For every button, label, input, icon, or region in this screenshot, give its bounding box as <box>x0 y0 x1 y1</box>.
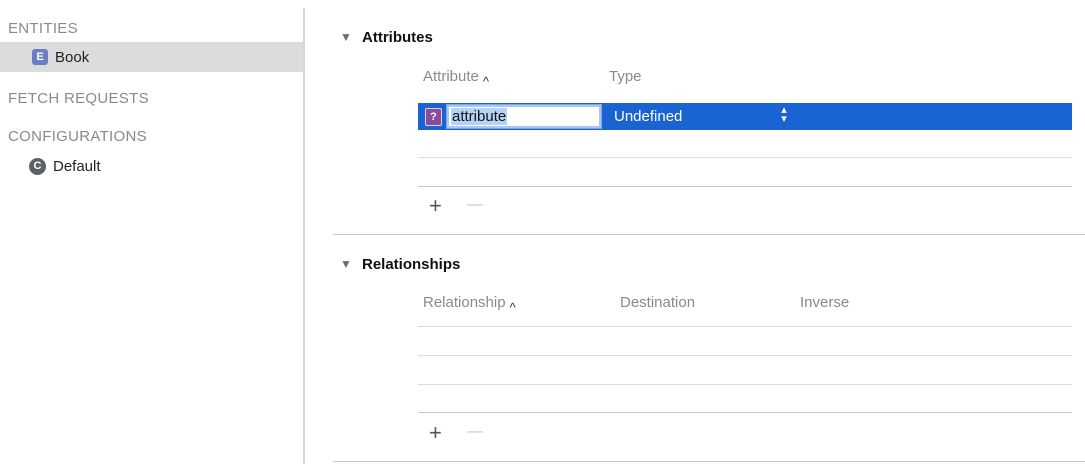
fetch-requests-section-header[interactable]: FETCH REQUESTS <box>8 90 149 107</box>
section-divider <box>333 234 1085 235</box>
undefined-type-icon: ? <box>425 108 442 126</box>
popup-stepper-icon[interactable]: ▴ ▾ <box>779 105 789 125</box>
attribute-type-value[interactable]: Undefined <box>614 108 682 125</box>
table-row-divider <box>418 384 1072 385</box>
remove-attribute-button[interactable]: — <box>467 194 483 216</box>
sort-ascending-icon: ^ <box>482 74 489 89</box>
configuration-icon: C <box>29 157 46 175</box>
destination-column-header[interactable]: Destination <box>620 294 695 311</box>
sidebar-item-label: Default <box>53 157 101 175</box>
entity-icon: E <box>32 49 48 65</box>
entities-section-header: ENTITIES <box>8 20 78 37</box>
sidebar-item-label: Book <box>55 48 90 66</box>
attributes-section-title: Attributes <box>362 29 433 46</box>
add-attribute-button[interactable]: + <box>429 195 442 217</box>
configurations-section-header: CONFIGURATIONS <box>8 128 147 145</box>
attribute-name-text: attribute <box>451 108 508 125</box>
remove-relationship-button[interactable]: — <box>467 421 483 443</box>
attribute-name-field[interactable]: attribute <box>446 104 602 129</box>
table-bottom-divider <box>418 186 1072 187</box>
sidebar-item-default[interactable]: C Default <box>0 151 303 181</box>
table-row-divider <box>418 157 1072 158</box>
type-column-header[interactable]: Type <box>609 68 642 85</box>
sort-ascending-icon: ^ <box>509 300 516 315</box>
sidebar-item-book[interactable]: E Book <box>0 42 303 72</box>
relationship-column-label: Relationship <box>423 294 506 311</box>
table-bottom-divider <box>418 412 1072 413</box>
relationship-column-header[interactable]: Relationship ^ <box>423 294 516 315</box>
inverse-column-header[interactable]: Inverse <box>800 294 849 311</box>
table-header-divider <box>418 326 1072 327</box>
relationships-section-title: Relationships <box>362 256 461 273</box>
attribute-column-header[interactable]: Attribute ^ <box>423 68 489 89</box>
sidebar-divider[interactable] <box>303 8 305 464</box>
add-relationship-button[interactable]: + <box>429 422 442 444</box>
attributes-disclosure-icon[interactable]: ▼ <box>340 30 352 44</box>
section-divider <box>333 461 1085 462</box>
sidebar: ENTITIES E Book FETCH REQUESTS CONFIGURA… <box>0 0 303 464</box>
relationships-disclosure-icon[interactable]: ▼ <box>340 257 352 271</box>
table-row-divider <box>418 355 1072 356</box>
attribute-column-label: Attribute <box>423 68 479 85</box>
